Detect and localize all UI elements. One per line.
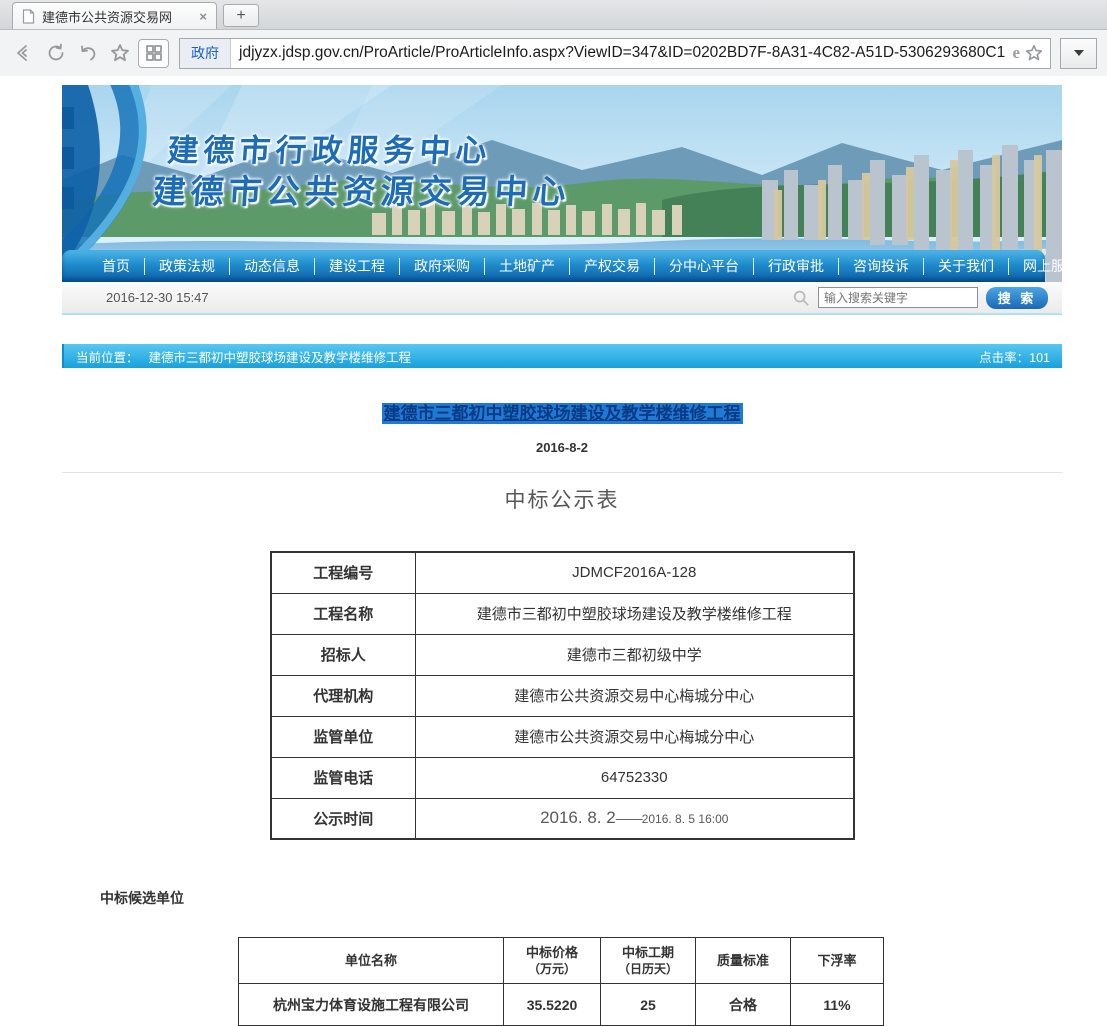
favorites-star-icon[interactable] [106,40,133,67]
banner-title-line2: 建德市公共资源交易中心 [151,171,572,214]
award-table-heading: 中标公示表 [62,484,1062,514]
col-header-price: 中标价格（万元） [504,938,601,984]
search-button[interactable]: 搜 索 [986,287,1048,309]
candidate-price: 35.5220 [504,984,601,1026]
article-title-row: 建德市三都初中塑胶球场建设及教学楼维修工程 [62,399,1062,424]
candidate-quality: 合格 [696,984,791,1026]
candidates-heading: 中标候选单位 [100,888,1062,908]
row-value: JDMCF2016A-128 [416,552,854,593]
nav-item-online-services[interactable]: 网上服务 [1009,258,1094,275]
row-label: 代理机构 [271,675,416,716]
url-bar-icons: e [1012,43,1050,63]
row-value: 建德市三都初中塑胶球场建设及教学楼维修工程 [416,593,854,634]
main-nav: 首页 政策法规 动态信息 建设工程 政府采购 土地矿产 产权交易 分中心平台 行… [62,250,1045,282]
publicity-start-date: 2016. 8. 2 [540,808,616,827]
table-row: 杭州宝力体育设施工程有限公司 35.5220 25 合格 11% [239,984,884,1026]
row-value: 64752330 [416,757,854,798]
award-info-table: 工程编号 JDMCF2016A-128 工程名称 建德市三都初中塑胶球场建设及教… [270,551,855,840]
table-row: 公示时间 2016. 8. 2——2016. 8. 5 16:00 [271,798,854,839]
col-header-quality: 质量标准 [696,938,791,984]
gov-site-badge: 政府 [180,39,231,68]
back-icon[interactable] [10,40,37,67]
row-value: 建德市三都初级中学 [416,634,854,675]
breadcrumb-bar: 当前位置： 建德市三都初中塑胶球场建设及教学楼维修工程 点击率：101 [62,344,1062,368]
row-label: 公示时间 [271,798,416,839]
nav-item-complaints[interactable]: 咨询投诉 [839,258,924,275]
url-dropdown-button[interactable] [1060,38,1097,69]
page-icon [22,9,35,24]
candidates-table: 单位名称 中标价格（万元） 中标工期（日历天） 质量标准 下浮率 [238,937,884,1026]
nav-item-procurement[interactable]: 政府采购 [400,258,485,275]
table-row: 监管电话 64752330 [271,757,854,798]
search-area: 搜 索 [792,287,1048,309]
undo-icon[interactable] [74,40,101,67]
nav-item-construction[interactable]: 建设工程 [315,258,400,275]
apps-grid-icon[interactable] [138,39,169,68]
refresh-icon[interactable] [42,40,69,67]
nav-item-home[interactable]: 首页 [88,258,145,275]
article: 建德市三都初中塑胶球场建设及教学楼维修工程 2016-8-2 中标公示表 工程编… [62,368,1062,1026]
row-label: 工程编号 [271,552,416,593]
nav-item-subcenter[interactable]: 分中心平台 [655,258,754,275]
url-text[interactable]: jdjyzx.jdsp.gov.cn/ProArticle/ProArticle… [231,44,1012,62]
nav-item-land-mining[interactable]: 土地矿产 [485,258,570,275]
bookmark-star-icon[interactable] [1024,43,1044,63]
breadcrumb-label: 当前位置： [76,347,139,366]
row-value: 2016. 8. 2——2016. 8. 5 16:00 [416,798,854,839]
nav-item-policies[interactable]: 政策法规 [145,258,230,275]
browser-tab[interactable]: 建德市公共资源交易网 × [12,2,217,29]
publicity-end-date: 2016. 8. 5 16:00 [642,812,729,826]
datetime-text: 2016-12-30 15:47 [106,290,209,305]
row-value: 建德市公共资源交易中心梅城分中心 [416,675,854,716]
browser-toolbar: 政府 jdjyzx.jdsp.gov.cn/ProArticle/ProArti… [0,30,1107,76]
article-date: 2016-8-2 [62,440,1062,455]
compatibility-e-icon[interactable]: e [1012,43,1020,63]
date-range-dash: —— [616,810,642,826]
row-label: 监管电话 [271,757,416,798]
datetime-search-bar: 2016-12-30 15:47 搜 索 [62,282,1062,315]
divider [62,472,1062,473]
chevron-down-icon [1074,50,1084,56]
banner-title-line1: 建德市行政服务中心 [154,131,575,171]
candidate-discount: 11% [791,984,884,1026]
site-content: 建德市行政服务中心 建德市公共资源交易中心 首页 政策法规 动态信息 建设工程 … [62,85,1062,1026]
candidate-company: 杭州宝力体育设施工程有限公司 [239,984,504,1026]
url-bar[interactable]: 政府 jdjyzx.jdsp.gov.cn/ProArticle/ProArti… [179,38,1051,69]
search-input[interactable] [818,287,978,308]
row-value: 建德市公共资源交易中心梅城分中心 [416,716,854,757]
site-banner: 建德市行政服务中心 建德市公共资源交易中心 首页 政策法规 动态信息 建设工程 … [62,85,1062,282]
nav-item-about-us[interactable]: 关于我们 [924,258,1009,275]
table-row: 监管单位 建德市公共资源交易中心梅城分中心 [271,716,854,757]
col-header-duration: 中标工期（日历天） [601,938,696,984]
table-header-row: 单位名称 中标价格（万元） 中标工期（日历天） 质量标准 下浮率 [239,938,884,984]
table-row: 工程编号 JDMCF2016A-128 [271,552,854,593]
nav-item-property-trade[interactable]: 产权交易 [570,258,655,275]
new-tab-button[interactable]: + [223,4,259,27]
article-title-selected[interactable]: 建德市三都初中塑胶球场建设及教学楼维修工程 [382,403,743,424]
browser-tab-bar: 建德市公共资源交易网 × + [0,0,1107,30]
breadcrumb-current: 建德市三都初中塑胶球场建设及教学楼维修工程 [149,347,412,366]
hit-count: 点击率：101 [979,347,1050,366]
col-header-company: 单位名称 [239,938,504,984]
tab-close-icon[interactable]: × [199,9,207,24]
row-label: 工程名称 [271,593,416,634]
table-row: 招标人 建德市三都初级中学 [271,634,854,675]
search-icon [792,289,810,307]
row-label: 监管单位 [271,716,416,757]
table-row: 工程名称 建德市三都初中塑胶球场建设及教学楼维修工程 [271,593,854,634]
nav-item-admin-approval[interactable]: 行政审批 [754,258,839,275]
nav-item-news[interactable]: 动态信息 [230,258,315,275]
row-label: 招标人 [271,634,416,675]
candidate-duration: 25 [601,984,696,1026]
tab-title: 建德市公共资源交易网 [42,7,192,26]
banner-title: 建德市行政服务中心 建德市公共资源交易中心 [151,131,575,214]
table-row: 代理机构 建德市公共资源交易中心梅城分中心 [271,675,854,716]
col-header-discount: 下浮率 [791,938,884,984]
